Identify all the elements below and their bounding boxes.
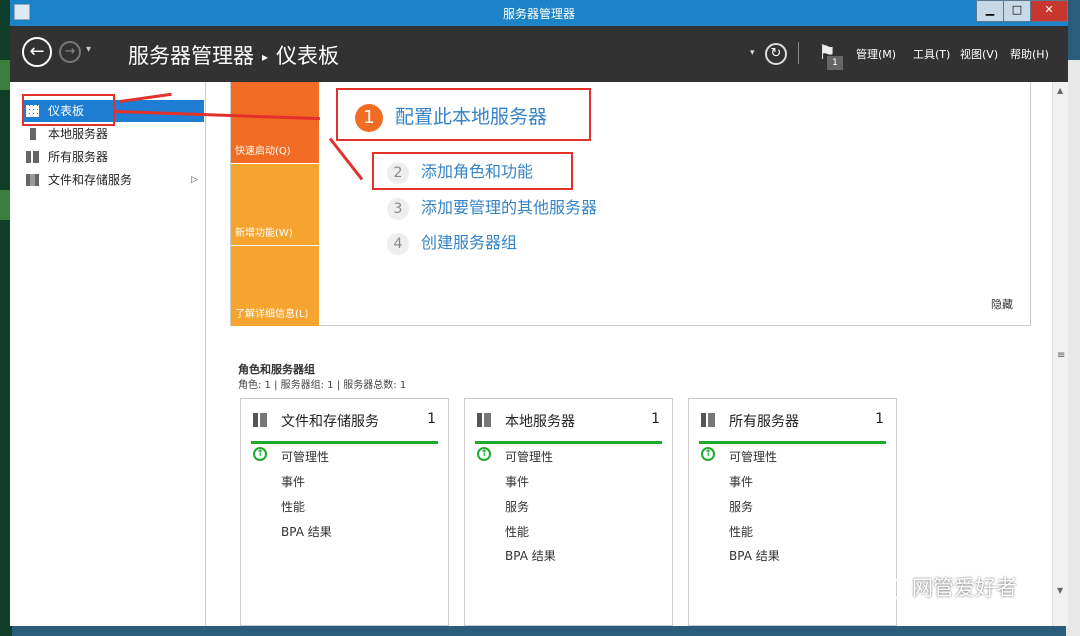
step-link[interactable]: 添加要管理的其他服务器 [421,198,597,217]
step-link[interactable]: 创建服务器组 [421,233,517,252]
tab-label: 快速启动(Q) [235,146,291,157]
tab-label: 新增功能(W) [235,228,293,239]
menu-manage[interactable]: 管理(M) [856,46,896,62]
step-number: 4 [387,233,409,255]
annotation-box [372,152,573,190]
breadcrumb-page: 仪表板 [276,44,340,68]
tile-header[interactable]: 文件和存储服务 1 [251,411,438,444]
servers-icon [26,151,39,163]
tile-row[interactable]: 服务 [505,498,529,515]
tile-row[interactable]: 服务 [729,498,753,515]
divider [798,42,799,64]
section-summary: 角色: 1 | 服务器组: 1 | 服务器总数: 1 [238,380,407,391]
scroll-up-icon[interactable]: ▲ [1057,86,1063,95]
title-bar: 服务器管理器 ▁ □ ✕ [10,0,1068,26]
breadcrumb-separator-icon: ▸ [262,50,269,64]
menu-view[interactable]: 视图(V) [960,46,998,62]
tile-row[interactable]: 性能 [281,498,305,515]
annotation-box [336,88,591,141]
sidebar-item-local-server[interactable]: 本地服务器 [22,123,204,145]
tab-learn-more[interactable]: 了解详细信息(L) [231,246,319,326]
refresh-icon[interactable]: ↻ [765,43,787,65]
tile-row[interactable]: BPA 结果 [729,547,780,564]
tile-row[interactable]: 可管理性 [281,448,329,465]
tile-local-server[interactable]: 本地服务器 1 ↑ 可管理性 事件 服务 性能 BPA 结果 [464,398,673,626]
minimize-button[interactable]: ▁ [976,0,1004,22]
tile-row[interactable]: BPA 结果 [505,547,556,564]
tile-row[interactable]: BPA 结果 [281,523,332,540]
watermark: 网管爱好者 [870,572,1017,602]
history-dropdown-icon[interactable]: ▾ [86,44,91,55]
servers-icon [701,413,715,427]
tile-count: 1 [651,411,660,427]
close-button[interactable]: ✕ [1030,0,1068,22]
tile-row[interactable]: 性能 [729,523,753,540]
tab-label: 了解详细信息(L) [235,309,309,320]
vertical-scrollbar[interactable]: ▲ ≡ ▼ [1052,82,1068,626]
status-ok-icon: ↑ [253,447,267,461]
step-create-server-group[interactable]: 4 创建服务器组 [387,231,517,255]
tile-file-storage[interactable]: 文件和存储服务 1 ↑ 可管理性 事件 性能 BPA 结果 [240,398,449,626]
tile-header[interactable]: 所有服务器 1 [699,411,886,444]
watermark-text: 网管爱好者 [912,576,1017,600]
sidebar: 仪表板 本地服务器 所有服务器 文件和存储服务 ▷ [10,82,206,626]
step-add-other-servers[interactable]: 3 添加要管理的其他服务器 [387,196,597,220]
storage-icon [26,174,39,186]
tile-count: 1 [875,411,884,427]
step-number: 3 [387,198,409,220]
tile-row[interactable]: 事件 [281,473,305,490]
sidebar-item-label: 所有服务器 [48,150,109,164]
server-icon [30,128,36,140]
annotation-box [22,94,115,126]
tile-title: 所有服务器 [729,414,799,430]
server-icon [477,413,491,427]
menu-help[interactable]: 帮助(H) [1010,46,1049,62]
status-ok-icon: ↑ [477,447,491,461]
hide-link[interactable]: 隐藏 [991,296,1013,312]
tab-quick-start[interactable]: 快速启动(Q) [231,82,319,163]
forward-icon[interactable]: → [59,41,81,63]
sidebar-item-label: 文件和存储服务 [48,173,133,187]
sidebar-item-label: 本地服务器 [48,127,109,141]
tile-header[interactable]: 本地服务器 1 [475,411,662,444]
tile-row[interactable]: 可管理性 [729,448,777,465]
toolbar: ← → ▾ 服务器管理器 ▸ 仪表板 ▾ ↻ ⚑ 1 管理(M) 工具(T) 视图(… [10,26,1068,82]
tile-count: 1 [427,411,436,427]
notifications-count-badge: 1 [827,56,843,70]
wechat-icon [870,577,904,601]
background-window-edge [1066,60,1080,636]
scroll-grip-icon[interactable]: ≡ [1057,350,1065,361]
tile-row[interactable]: 可管理性 [505,448,553,465]
sidebar-item-all-servers[interactable]: 所有服务器 [22,146,204,168]
menu-tools[interactable]: 工具(T) [913,46,950,62]
tile-title: 文件和存储服务 [281,414,379,430]
tab-whats-new[interactable]: 新增功能(W) [231,164,319,245]
section-title: 角色和服务器组 [238,363,315,376]
tile-all-servers[interactable]: 所有服务器 1 ↑ 可管理性 事件 服务 性能 BPA 结果 [688,398,897,626]
storage-icon [253,413,267,427]
status-ok-icon: ↑ [701,447,715,461]
tile-title: 本地服务器 [505,414,575,430]
expand-arrow-icon[interactable]: ▷ [191,169,198,191]
tile-row[interactable]: 事件 [729,473,753,490]
sidebar-item-file-storage[interactable]: 文件和存储服务 ▷ [22,169,204,191]
maximize-button[interactable]: □ [1003,0,1031,22]
back-icon[interactable]: ← [22,37,52,67]
tile-row[interactable]: 性能 [505,523,529,540]
window-title: 服务器管理器 [502,7,575,21]
tile-row[interactable]: 事件 [505,473,529,490]
breadcrumb: 服务器管理器 ▸ 仪表板 [128,40,339,70]
dropdown-icon[interactable]: ▾ [750,48,755,58]
scroll-down-icon[interactable]: ▼ [1057,586,1063,595]
breadcrumb-root[interactable]: 服务器管理器 [128,44,254,68]
